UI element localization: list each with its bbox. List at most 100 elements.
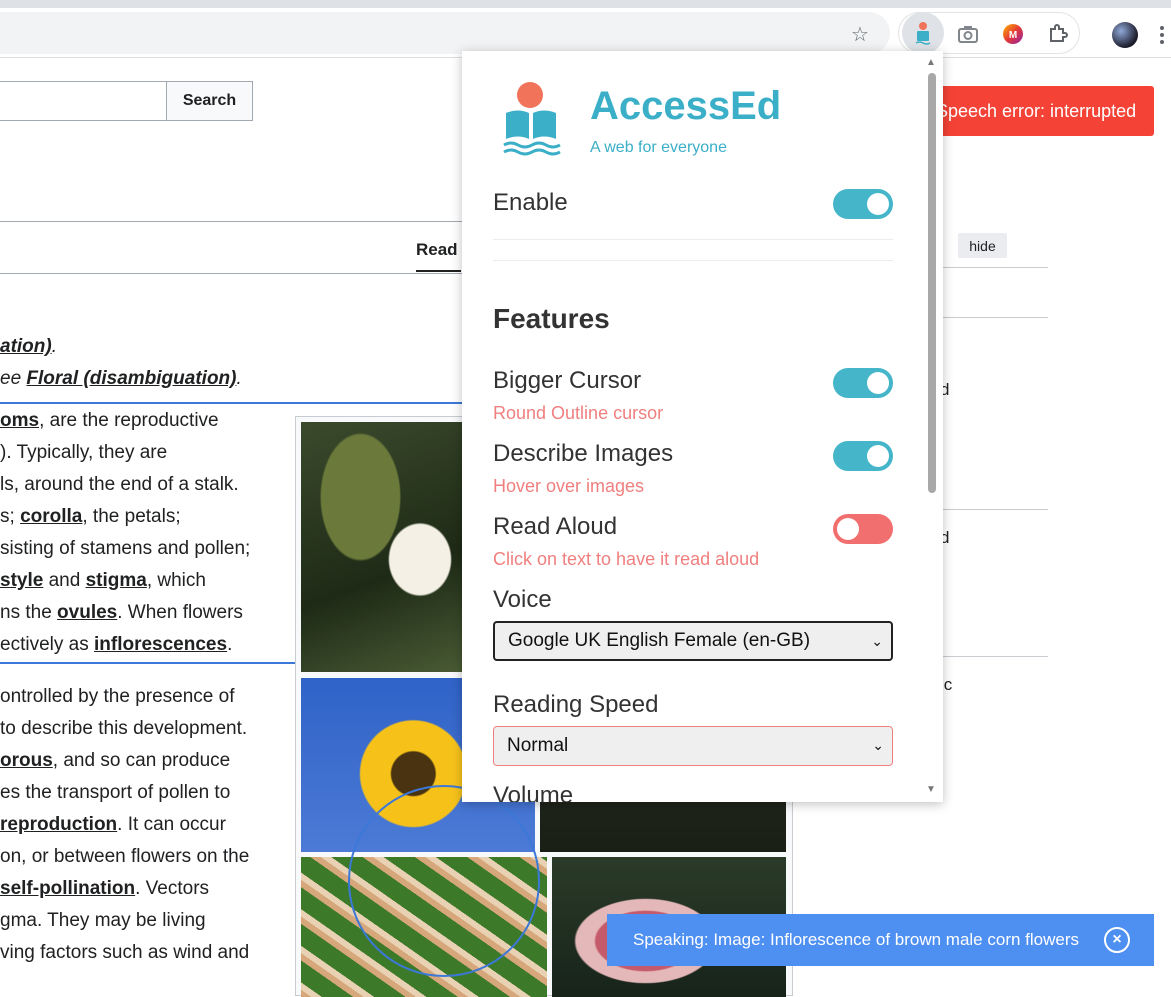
hatnote-text: ee bbox=[0, 368, 27, 389]
paragraph-line: sisting of stamens and pollen; bbox=[0, 533, 290, 565]
tab-read-underline bbox=[416, 270, 461, 272]
article-text: ving factors such as wind and bbox=[0, 942, 250, 963]
article-link[interactable]: stigma bbox=[86, 570, 147, 591]
article-link[interactable]: style bbox=[0, 570, 43, 591]
article-paragraph-1: oms, are the reproductive ). Typically, t… bbox=[0, 405, 290, 661]
paragraph-line: to describe this development. bbox=[0, 713, 290, 745]
header-divider bbox=[0, 221, 480, 222]
voice-label: Voice bbox=[493, 586, 552, 613]
article-text: to describe this development. bbox=[0, 718, 248, 739]
article-text: ). Typically, they are bbox=[0, 442, 168, 463]
article-link[interactable]: self-pollination bbox=[0, 878, 135, 899]
hatnote-punct: . bbox=[236, 368, 242, 389]
article-text: gma. They may be living bbox=[0, 910, 206, 931]
speech-error-toast: Speech error: interrupted bbox=[920, 86, 1154, 136]
reading-speed-value: Normal bbox=[507, 735, 569, 756]
hatnote-1: ation). bbox=[0, 336, 57, 358]
speaking-toast: Speaking: Image: Inflorescence of brown … bbox=[607, 914, 1154, 966]
magnolia-image[interactable] bbox=[301, 422, 471, 672]
article-text: sisting of stamens and pollen; bbox=[0, 538, 251, 559]
popup-subtitle: A web for everyone bbox=[590, 139, 727, 156]
article-link[interactable]: reproduction bbox=[0, 814, 117, 835]
puzzle-extensions-icon[interactable] bbox=[1046, 22, 1070, 46]
paragraph-line: oms, are the reproductive bbox=[0, 405, 290, 437]
bigger-cursor-toggle[interactable] bbox=[833, 368, 893, 398]
paragraph-line: ls, around the end of a stalk. bbox=[0, 469, 290, 501]
bigger-cursor-hint: Round Outline cursor bbox=[493, 403, 664, 423]
paragraph-line: ontrolled by the presence of bbox=[0, 681, 290, 713]
popup-title: AccessEd bbox=[590, 84, 782, 128]
paragraph-line: s; corolla, the petals; bbox=[0, 501, 290, 533]
camera-icon[interactable] bbox=[956, 22, 980, 46]
scroll-up-icon[interactable]: ▲ bbox=[926, 57, 936, 68]
bigger-cursor-label: Bigger Cursor bbox=[493, 367, 642, 394]
article-link[interactable]: orous bbox=[0, 750, 53, 771]
article-text: , and so can produce bbox=[52, 750, 231, 771]
voice-select[interactable]: Google UK English Female (en-GB) ⌄ bbox=[493, 621, 893, 661]
profile-avatar[interactable] bbox=[1112, 22, 1138, 48]
article-text: on, or between flowers on the bbox=[0, 846, 250, 867]
tabs-divider bbox=[0, 273, 480, 274]
describe-images-label: Describe Images bbox=[493, 440, 674, 467]
popup-scrollbar-thumb[interactable] bbox=[928, 73, 936, 493]
paragraph-line: on, or between flowers on the bbox=[0, 841, 290, 873]
article-link[interactable]: corolla bbox=[20, 506, 82, 527]
colorful-extension-icon[interactable]: M bbox=[1001, 22, 1025, 46]
describe-images-toggle[interactable] bbox=[833, 441, 893, 471]
paragraph-line: style and stigma, which bbox=[0, 565, 290, 597]
article-text: , which bbox=[146, 570, 206, 591]
accessed-extension-button[interactable] bbox=[902, 12, 944, 54]
toc-divider bbox=[925, 267, 1048, 268]
article-text: ls, around the end of a stalk. bbox=[0, 474, 239, 495]
chevron-down-icon: ⌄ bbox=[871, 633, 883, 649]
tab-strip bbox=[0, 0, 1171, 8]
bigger-cursor-ring bbox=[348, 785, 540, 977]
hatnote-2: ee Floral (disambiguation). bbox=[0, 368, 242, 390]
article-text: and bbox=[43, 570, 86, 591]
enable-toggle[interactable] bbox=[833, 189, 893, 219]
article-text: , are the reproductive bbox=[39, 410, 219, 431]
voice-select-value: Google UK English Female (en-GB) bbox=[508, 630, 811, 651]
reading-speed-select[interactable]: Normal ⌄ bbox=[493, 726, 893, 766]
address-bar[interactable] bbox=[0, 12, 890, 54]
paragraph-line: orous, and so can produce bbox=[0, 745, 290, 777]
paragraph-line: ). Typically, they are bbox=[0, 437, 290, 469]
paragraph-line: ving factors such as wind and bbox=[0, 937, 290, 969]
close-icon[interactable]: × bbox=[1104, 927, 1130, 953]
toc-hide-button[interactable]: hide bbox=[958, 233, 1007, 258]
accessed-popup: AccessEd A web for everyone Enable Featu… bbox=[462, 51, 943, 802]
article-text: . When flowers bbox=[117, 602, 243, 623]
toc-divider bbox=[925, 317, 1048, 318]
paragraph-line: ectively as inflorescences. bbox=[0, 629, 290, 661]
read-aloud-toggle[interactable] bbox=[833, 514, 893, 544]
paragraph-line: es the transport of pollen to bbox=[0, 777, 290, 809]
svg-text:M: M bbox=[1009, 30, 1017, 41]
article-link[interactable]: ovules bbox=[57, 602, 117, 623]
browser-menu-icon[interactable] bbox=[1160, 26, 1164, 44]
bookmark-star-icon[interactable]: ☆ bbox=[848, 22, 872, 46]
hatnote-link[interactable]: Floral (disambiguation) bbox=[26, 368, 236, 389]
article-text: ontrolled by the presence of bbox=[0, 686, 235, 707]
article-text: es the transport of pollen to bbox=[0, 782, 231, 803]
wiki-search-input[interactable] bbox=[0, 81, 167, 121]
speech-error-text: Speech error: interrupted bbox=[936, 100, 1137, 121]
paragraph-line: ns the ovules. When flowers bbox=[0, 597, 290, 629]
popup-divider bbox=[493, 239, 893, 240]
article-link[interactable]: oms bbox=[0, 410, 39, 431]
article-paragraph-2: ontrolled by the presence of to describe … bbox=[0, 681, 290, 969]
tab-read[interactable]: Read bbox=[416, 240, 458, 260]
volume-label: Volume bbox=[493, 782, 574, 802]
scroll-down-icon[interactable]: ▼ bbox=[926, 784, 936, 795]
hatnote-punct: . bbox=[51, 336, 57, 357]
toc-divider bbox=[925, 509, 1048, 510]
article-text: s; bbox=[0, 506, 21, 527]
hatnote-link[interactable]: ation) bbox=[0, 336, 52, 357]
wiki-search-button[interactable]: Search bbox=[166, 81, 253, 121]
features-heading: Features bbox=[493, 303, 610, 334]
paragraph-line: self-pollination. Vectors bbox=[0, 873, 290, 905]
article-link[interactable]: inflorescences bbox=[94, 634, 227, 655]
accessed-extension-icon bbox=[915, 22, 931, 45]
read-aloud-hint: Click on text to have it read aloud bbox=[493, 549, 760, 569]
describe-images-hint: Hover over images bbox=[493, 476, 645, 496]
article-text: ectively as bbox=[0, 634, 94, 655]
